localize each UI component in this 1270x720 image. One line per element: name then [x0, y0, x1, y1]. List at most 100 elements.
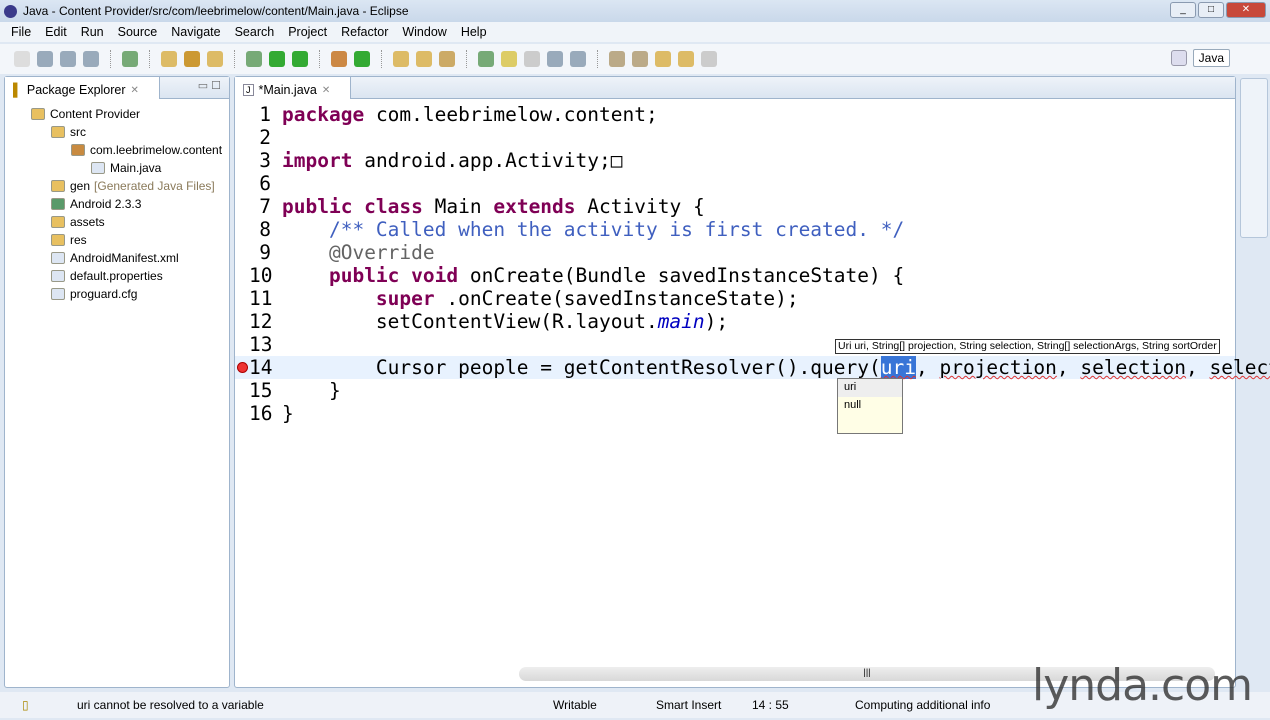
- toolbar-button-icon[interactable]: [524, 51, 540, 67]
- code-line: 11 super .onCreate(savedInstanceState);: [235, 287, 1235, 310]
- open-perspective-icon[interactable]: [1170, 50, 1187, 66]
- close-button[interactable]: ✕: [1226, 2, 1266, 18]
- menu-source[interactable]: Source: [111, 25, 165, 39]
- toolbar-button-icon[interactable]: [122, 51, 138, 67]
- toolbar-button-icon[interactable]: [570, 51, 586, 67]
- folder-icon: [51, 216, 65, 228]
- code-token: /** Called when the activity is first cr…: [328, 218, 905, 241]
- code-line: 9 @Override: [235, 241, 1235, 264]
- tree-item[interactable]: assets: [5, 213, 229, 231]
- toolbar-button-icon[interactable]: [207, 51, 223, 67]
- java-perspective-button[interactable]: Java: [1192, 49, 1230, 67]
- line-number: 6: [259, 172, 271, 195]
- toolbar-button-icon[interactable]: [292, 51, 308, 67]
- xml-file-icon: [51, 252, 65, 264]
- toolbar-button-icon[interactable]: [478, 51, 494, 67]
- toolbar-button-icon[interactable]: [14, 51, 30, 67]
- line-number: 7: [259, 195, 271, 218]
- code-line: 1 package com.leebrimelow.content;: [235, 103, 1235, 126]
- menu-navigate[interactable]: Navigate: [164, 25, 227, 39]
- toolbar-button-icon[interactable]: [354, 51, 370, 67]
- tree-item[interactable]: Android 2.3.3: [5, 195, 229, 213]
- tree-item[interactable]: gen [Generated Java Files]: [5, 177, 229, 195]
- proposal-popup: uri null: [837, 378, 903, 434]
- minimize-button[interactable]: _: [1170, 2, 1196, 18]
- menu-refactor[interactable]: Refactor: [334, 25, 395, 39]
- toolbar-button-icon[interactable]: [655, 51, 671, 67]
- toolbar-button-icon[interactable]: [37, 51, 53, 67]
- code-token: select: [1209, 356, 1270, 379]
- line-number: 1: [259, 103, 271, 126]
- menu-window[interactable]: Window: [395, 25, 453, 39]
- tab-main-java[interactable]: J *Main.java ✕: [235, 77, 352, 99]
- window-title: Java - Content Provider/src/com/leebrime…: [23, 4, 409, 18]
- toolbar-button-icon[interactable]: [547, 51, 563, 67]
- toolbar-button-icon[interactable]: [416, 51, 432, 67]
- tree-item[interactable]: proguard.cfg: [5, 285, 229, 303]
- error-marker-icon[interactable]: [237, 362, 248, 373]
- tree-item[interactable]: AndroidManifest.xml: [5, 249, 229, 267]
- close-icon[interactable]: ✕: [322, 85, 330, 96]
- code-line: 15 }: [235, 379, 1235, 402]
- toolbar-button-icon[interactable]: [161, 51, 177, 67]
- toolbar-button-icon[interactable]: [246, 51, 262, 67]
- code-line: 7 public class Main extends Activity {: [235, 195, 1235, 218]
- tree-item[interactable]: Main.java: [5, 159, 229, 177]
- toolbar-button-icon[interactable]: [184, 51, 200, 67]
- maximize-button[interactable]: □: [1198, 2, 1224, 18]
- proposal-item[interactable]: null: [838, 397, 902, 415]
- code-area[interactable]: 1 package com.leebrimelow.content; 2 3 impor…: [235, 99, 1270, 665]
- line-number: 3: [259, 149, 271, 172]
- toolbar-button-icon[interactable]: [632, 51, 648, 67]
- lynda-watermark: lynda.com: [1031, 660, 1253, 711]
- toolbar-separator: [110, 50, 111, 68]
- library-icon: [51, 198, 65, 210]
- menu-run[interactable]: Run: [74, 25, 111, 39]
- menu-file[interactable]: File: [4, 25, 38, 39]
- line-number: 16: [249, 402, 273, 425]
- code-token: ,: [1056, 356, 1081, 379]
- tree-item[interactable]: default.properties: [5, 267, 229, 285]
- tree-item-label: proguard.cfg: [70, 287, 138, 301]
- tree-item-label: Android 2.3.3: [70, 197, 142, 211]
- minimize-maximize-icons[interactable]: ▭ ☐: [198, 79, 221, 92]
- menu-search[interactable]: Search: [228, 25, 282, 39]
- toolbar-button-icon[interactable]: [393, 51, 409, 67]
- toolbar-button-icon[interactable]: [501, 51, 517, 67]
- toolbar-separator: [597, 50, 598, 68]
- source-folder-icon: [51, 126, 65, 138]
- toolbar-button-icon[interactable]: [678, 51, 694, 67]
- menu-edit[interactable]: Edit: [38, 25, 74, 39]
- menu-help[interactable]: Help: [454, 25, 494, 39]
- file-icon: [51, 270, 65, 282]
- line-number: 15: [249, 379, 273, 402]
- code-token: );: [704, 310, 729, 333]
- package-explorer-title: Package Explorer: [26, 83, 126, 97]
- code-token: Main: [434, 195, 494, 218]
- tree-item[interactable]: com.leebrimelow.content: [5, 141, 229, 159]
- toolbar-button-icon[interactable]: [701, 51, 717, 67]
- tree-item-label: assets: [70, 215, 105, 229]
- menu-project[interactable]: Project: [281, 25, 334, 39]
- perspective-switcher: Java: [1170, 49, 1230, 67]
- folder-icon: [51, 234, 65, 246]
- toolbar-button-icon[interactable]: [439, 51, 455, 67]
- tree-item-label: res: [70, 233, 87, 247]
- tree-item[interactable]: Content Provider: [5, 105, 229, 123]
- tab-package-explorer[interactable]: ▌ Package Explorer ✕: [5, 77, 160, 99]
- close-icon[interactable]: ✕: [131, 85, 139, 96]
- toolbar-button-icon[interactable]: [269, 51, 285, 67]
- toolbar-button-icon[interactable]: [60, 51, 76, 67]
- tree-item[interactable]: src: [5, 123, 229, 141]
- proposal-item[interactable]: uri: [838, 379, 902, 397]
- line-number: 11: [249, 287, 273, 310]
- toolbar-button-icon[interactable]: [331, 51, 347, 67]
- toolbar-button-icon[interactable]: [609, 51, 625, 67]
- tree-item[interactable]: res: [5, 231, 229, 249]
- status-writable: Writable: [553, 698, 597, 712]
- toolbar-button-icon[interactable]: [83, 51, 99, 67]
- status-cursor-position: 14 : 55: [752, 698, 789, 712]
